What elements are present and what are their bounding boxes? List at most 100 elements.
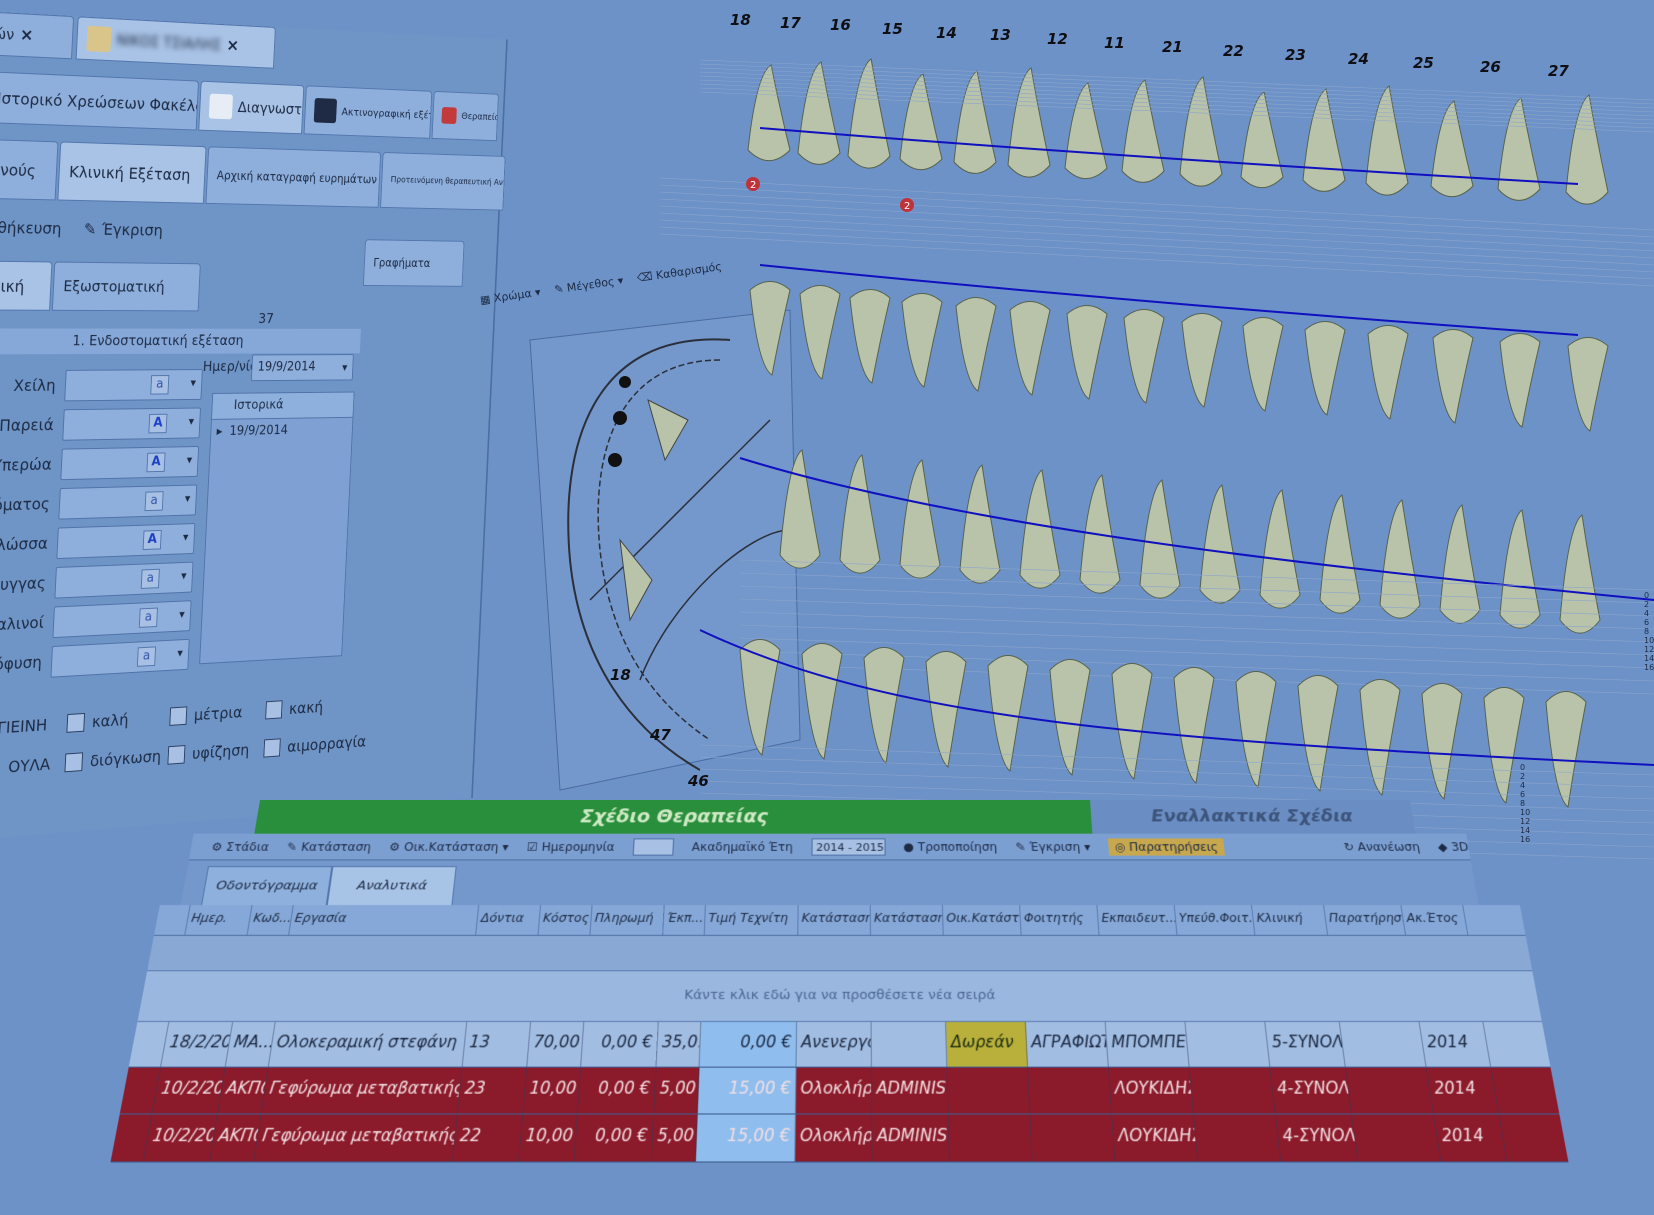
checkbox-box [66,713,85,733]
column-header[interactable]: Έκπ... [663,905,706,935]
approve-button[interactable]: ✎ Έγκριση [83,219,163,239]
table-cell: ΛΟΥΚΙΔΗΣ ... [1109,1068,1194,1114]
tab-treatment[interactable]: Θεραπεία [432,91,499,141]
close-icon[interactable]: × [19,25,33,45]
stages-button[interactable]: ⚙ Στάδια [210,840,270,853]
tab-odontogram[interactable]: Οδοντόγραμμα [201,866,333,906]
date-picker[interactable]: 19/9/2014 ▾ [251,354,354,381]
column-header[interactable]: Κόστος [539,905,593,935]
column-header[interactable]: Κατάσταση [798,905,871,935]
table-cell: 23 [458,1068,527,1114]
academic-year-input[interactable]: 2014 - 2015 [811,838,885,855]
column-header[interactable]: Εργασία [289,905,479,935]
tooth-number-label: 24 [1348,50,1369,68]
column-header[interactable]: Παρατήρησ... [1324,905,1406,935]
hygiene-bad-checkbox[interactable]: κακή [265,698,323,720]
gums-swelling-checkbox[interactable]: διόγκωση [64,747,161,773]
financial-status-button[interactable]: ⚙ Οικ.Κατάσταση ▾ [388,840,509,853]
exam-field-combo[interactable]: A ▾ [60,446,199,480]
exam-field-combo[interactable]: a ▾ [54,562,193,599]
modify-button[interactable]: ● Τροποποίηση [903,840,997,853]
hygiene-good-checkbox[interactable]: καλή [66,710,129,733]
table-cell [872,1022,948,1067]
badge-marker[interactable]: 2 [900,198,914,212]
tooth-icon [900,74,942,170]
gums-recession-checkbox[interactable]: υφίζηση [167,741,249,765]
exam-field-combo[interactable]: a ▾ [64,369,203,401]
tooth-icon [1182,314,1222,408]
tab-extraoral[interactable]: Εξωστοματική [52,262,201,312]
scale-tick-label: 2 [1520,772,1525,781]
table-cell: Ανενεργό [797,1022,872,1067]
exam-field-combo[interactable]: a ▾ [50,639,189,678]
date-input[interactable] [632,838,674,855]
date-button[interactable]: ☑ Ημερομηνία [526,840,615,853]
table-row[interactable]: 18/2/2015 ΜΑ... Ολοκεραμική στεφάνη 13 70,00… [129,1022,1551,1068]
grid-line [700,84,1654,124]
dental-chart[interactable]: 181716151413121121222324252627 464544434… [640,0,1654,860]
table-filter-row[interactable] [147,936,1532,971]
tooth-icon [850,290,890,384]
badge-marker[interactable]: 2 [746,177,760,191]
column-header[interactable]: Τιμή Τεχνίτη [705,905,799,935]
tab-patient-record[interactable]: ΝΙΚΟΣ ΤΣΙΑΛΗΣ × [76,16,276,68]
exam-field-combo[interactable]: A ▾ [62,408,201,441]
table-cell: Γεφύρωμα μεταβατικής γέφυρας [262,1068,463,1114]
column-header[interactable]: Οικ.Κατάστ... [943,905,1022,935]
column-header[interactable]: Κλινική [1252,905,1328,935]
grid-line [660,192,1654,244]
table-cell: ADMINIST... [872,1068,949,1114]
table-cell: ΑΚΠ04 [218,1068,269,1114]
button-label: Οικ.Κατάσταση [403,840,499,853]
tab-billing-history[interactable]: Ιστορικό Χρεώσεων Φακέλου [0,70,199,131]
notes-button[interactable]: ◎ Παρατηρήσεις [1108,838,1225,855]
column-header[interactable]: Υπεύθ.Φοιτ... [1175,905,1256,935]
approve-plan-button[interactable]: ✎ Έγκριση ▾ [1015,840,1091,853]
tab-patient[interactable]: ασθενούς [0,138,58,200]
column-header[interactable]: Δόντια [476,905,541,935]
exam-field-combo[interactable]: a ▾ [52,600,191,638]
tab-label: ομιατική [0,276,25,295]
table-row[interactable]: 10/2/2015ΑΚΠ04Γεφύρωμα μεταβατικής γέφυρ… [110,1115,1568,1163]
table-cell: 13 [463,1022,531,1067]
tooth-icon [1380,500,1420,618]
view-3d-button[interactable]: ◆ 3D [1437,840,1470,853]
hygiene-medium-checkbox[interactable]: μέτρια [169,703,243,726]
table-row[interactable]: 10/2/2015ΑΚΠ04Γεφύρωμα μεταβατικής γέφυρ… [120,1068,1560,1115]
treatment-plan-title[interactable]: Σχέδιο Θεραπείας [254,800,1092,834]
tab-graphics[interactable]: Γραφήματα [363,239,465,287]
history-row[interactable]: ▸ 19/9/2014 [211,418,353,445]
tab-xray[interactable]: Ακτινογραφική εξέταση [304,85,433,138]
column-header[interactable]: Ακ.Έτος [1401,905,1468,935]
chevron-down-icon: ▾ [177,646,183,660]
tab-clinical-exam[interactable]: Κλινική Εξέταση [57,141,206,203]
button-label: Ανανέωση [1357,840,1421,853]
exam-field-combo[interactable]: a ▾ [58,485,197,520]
status-button[interactable]: ✎ Κατάσταση [286,840,372,853]
save-button[interactable]: Αποθήκευση [0,217,62,238]
tooth-number-label: 23 [1285,46,1306,64]
column-header[interactable]: Κατάσταση ... [871,905,944,935]
refresh-button[interactable]: ↻ Ανανέωση [1343,840,1421,853]
column-header[interactable]: Φοιτητής [1020,905,1099,935]
tab-patients[interactable]: θενών × [0,10,74,59]
size-button[interactable]: ✎ Μέγεθος ▾ [553,273,624,296]
column-header[interactable]: Πληρωμή [590,905,664,935]
add-row-hint[interactable]: Κάντε κλικ εδώ για να προσθέσετε νέα σει… [137,971,1542,1022]
tab-intraoral[interactable]: ομιατική [0,260,52,311]
alternative-plans-tab[interactable]: Εναλλακτικά Σχέδια [1090,800,1415,834]
column-header[interactable]: Εκπαιδευτ... [1097,905,1177,935]
column-header[interactable]: Κωδ... [248,905,294,935]
close-icon[interactable]: × [226,36,240,56]
scale-tick-label: 4 [1644,609,1649,618]
approve-label: Έγκριση [101,220,163,240]
column-header[interactable]: Ημερ. [185,905,252,935]
tab-initial-findings[interactable]: Αρχική καταγραφή ευρημάτων [206,146,382,207]
gums-bleeding-checkbox[interactable]: αιμορραγία [263,732,366,757]
tab-proposed-treatment[interactable]: Προτεινόμενη θεραπευτική Αντιμετώπιση [380,152,506,211]
tab-detailed[interactable]: Αναλυτικά [327,866,457,906]
tab-diagnostic[interactable]: Διαγνωστική [198,81,304,135]
exam-field-label: Υπερώα [0,455,52,477]
text-format-icon: a [141,569,160,589]
exam-field-combo[interactable]: A ▾ [56,523,195,559]
